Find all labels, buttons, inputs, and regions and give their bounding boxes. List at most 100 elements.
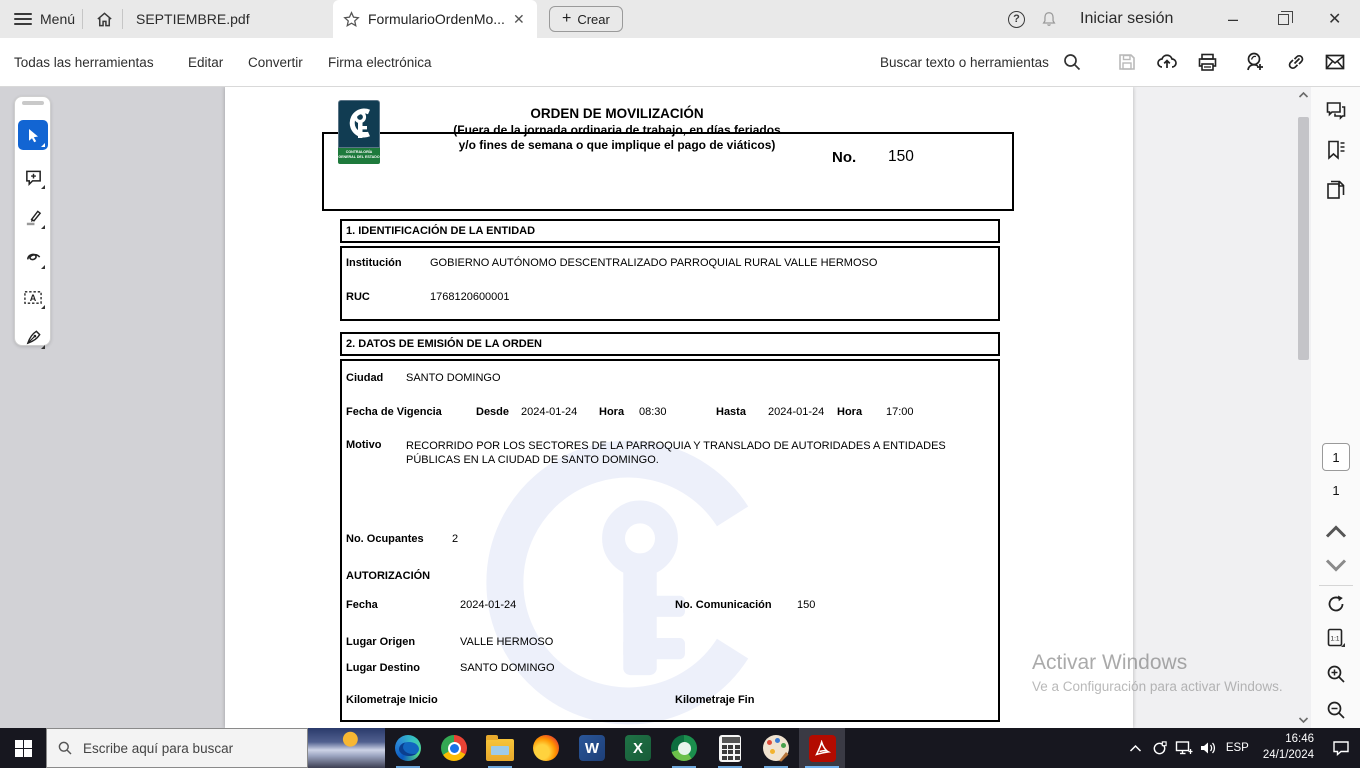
desde-value[interactable]: 2024-01-24	[521, 406, 577, 418]
menu-todas-las-herramientas[interactable]: Todas las herramientas	[14, 38, 154, 86]
taskbar-weather-widget[interactable]	[308, 728, 385, 768]
action-center-button[interactable]	[1322, 728, 1360, 768]
draw-tool-button[interactable]	[18, 242, 48, 272]
request-signatures-button[interactable]	[1243, 50, 1267, 74]
form-no-value[interactable]: 150	[888, 148, 914, 166]
taskbar-word[interactable]: W	[569, 728, 615, 768]
hora1-value[interactable]: 08:30	[639, 406, 667, 418]
bookmark-icon	[1325, 139, 1347, 161]
section2-heading-box: 2. DATOS DE EMISIÓN DE LA ORDEN	[340, 332, 1000, 356]
hora2-value[interactable]: 17:00	[886, 406, 914, 418]
notifications-button[interactable]	[1040, 0, 1058, 38]
taskbar-excel[interactable]: X	[615, 728, 661, 768]
menu-convertir[interactable]: Convertir	[248, 38, 303, 86]
menu-button[interactable]: Menú	[14, 0, 75, 38]
comment-tool-button[interactable]	[18, 162, 48, 192]
bookmarks-panel-button[interactable]	[1324, 138, 1348, 162]
zoom-out-button[interactable]	[1324, 698, 1348, 722]
select-tool-button[interactable]	[18, 120, 48, 150]
pages-panel-button[interactable]	[1324, 178, 1348, 202]
ocupantes-value[interactable]: 2	[452, 533, 458, 545]
pdf-page[interactable]: CONTRALORÍA GENERAL DEL ESTADO ORDEN DE …	[225, 87, 1133, 728]
scroll-down-icon[interactable]	[1298, 716, 1309, 724]
page-thumbnails-icon	[1325, 179, 1347, 201]
motivo-value[interactable]: RECORRIDO POR LOS SECTORES DE LA PARROQU…	[406, 439, 951, 468]
restore-icon	[1278, 14, 1289, 25]
close-window-button[interactable]: ✕	[1328, 0, 1341, 38]
page-number-input[interactable]: 1	[1322, 443, 1350, 471]
tray-show-hidden-button[interactable]	[1124, 728, 1148, 768]
taskbar-chrome[interactable]	[431, 728, 477, 768]
menu-firma-electronica[interactable]: Firma electrónica	[328, 38, 432, 86]
taskbar-calculator[interactable]	[707, 728, 753, 768]
taskbar-file-explorer[interactable]	[477, 728, 523, 768]
add-text-tool-button[interactable]: A	[18, 282, 48, 312]
crear-button[interactable]: + Crear	[549, 6, 623, 32]
home-button[interactable]	[95, 0, 114, 38]
rotate-page-button[interactable]	[1324, 592, 1348, 616]
tab-formulario-active[interactable]: FormularioOrdenMo... ✕	[333, 0, 537, 38]
tab-close-icon[interactable]: ✕	[513, 11, 525, 28]
scroll-up-icon[interactable]	[1298, 91, 1309, 99]
email-button[interactable]	[1323, 50, 1347, 74]
search-icon	[57, 740, 73, 756]
tab-septiembre[interactable]: SEPTIEMBRE.pdf	[136, 0, 250, 38]
origen-value[interactable]: VALLE HERMOSO	[460, 636, 553, 648]
cloud-upload-icon	[1156, 51, 1178, 73]
tray-network-button[interactable]	[1172, 728, 1196, 768]
help-button[interactable]: ?	[1008, 0, 1025, 38]
zoom-in-button[interactable]	[1324, 662, 1348, 686]
taskbar-firefox[interactable]	[523, 728, 569, 768]
scrollbar-thumb[interactable]	[1298, 117, 1309, 360]
fecha-value[interactable]: 2024-01-24	[460, 599, 516, 611]
hamburger-icon	[14, 13, 32, 25]
zoom-options-button[interactable]: 1:1	[1324, 626, 1348, 650]
menu-editar[interactable]: Editar	[188, 38, 223, 86]
comunicacion-value[interactable]: 150	[797, 599, 815, 611]
system-tray: ESP 16:46 24/1/2024	[1124, 728, 1360, 768]
minimize-button[interactable]: –	[1228, 0, 1238, 38]
motivo-label: Motivo	[346, 439, 381, 451]
right-panel-background	[1133, 87, 1311, 728]
taskbar-search-input[interactable]: Escribe aquí para buscar	[46, 728, 308, 768]
restore-button[interactable]	[1278, 0, 1289, 38]
next-page-button[interactable]	[1324, 553, 1348, 577]
chevron-up-icon	[1129, 744, 1142, 753]
search-tools-button[interactable]: Buscar texto o herramientas	[880, 38, 1049, 86]
windows-taskbar: Escribe aquí para buscar W X	[0, 728, 1360, 768]
hasta-value[interactable]: 2024-01-24	[768, 406, 824, 418]
tray-volume-button[interactable]	[1196, 728, 1220, 768]
search-icon[interactable]	[1060, 50, 1084, 74]
institucion-value[interactable]: GOBIERNO AUTÓNOMO DESCENTRALIZADO PARROQ…	[430, 257, 877, 269]
vertical-scrollbar[interactable]	[1296, 87, 1311, 728]
print-button[interactable]	[1195, 50, 1219, 74]
comments-panel-button[interactable]	[1324, 98, 1348, 122]
tray-clock-button[interactable]: 16:46 24/1/2024	[1255, 732, 1322, 763]
tray-language-button[interactable]: ESP	[1220, 742, 1255, 754]
destino-value[interactable]: SANTO DOMINGO	[460, 662, 555, 674]
taskbar-paint[interactable]	[753, 728, 799, 768]
ruc-value[interactable]: 1768120600001	[430, 291, 510, 303]
palette-drag-handle[interactable]	[22, 101, 44, 105]
upload-cloud-button[interactable]	[1155, 50, 1179, 74]
taskbar-acrobat[interactable]	[799, 728, 845, 768]
speaker-icon	[1199, 740, 1217, 756]
share-link-button[interactable]	[1284, 50, 1308, 74]
start-button[interactable]	[0, 728, 46, 768]
quick-tools-palette: A	[14, 96, 51, 346]
select-arrow-icon	[25, 127, 41, 143]
comments-icon	[1325, 99, 1347, 121]
tray-app-button[interactable]	[1148, 728, 1172, 768]
ciudad-value[interactable]: SANTO DOMINGO	[406, 372, 501, 384]
taskbar-app-green[interactable]	[661, 728, 707, 768]
taskbar-edge[interactable]	[385, 728, 431, 768]
star-icon[interactable]	[343, 11, 360, 28]
earth-app-icon	[671, 735, 697, 761]
sign-tool-button[interactable]	[18, 322, 48, 352]
right-tool-rail: 1 1 1:1	[1311, 87, 1360, 728]
form-title: ORDEN DE MOVILIZACIÓN	[367, 106, 867, 121]
highlight-tool-button[interactable]	[18, 202, 48, 232]
ruc-label: RUC	[346, 291, 370, 303]
sign-in-button[interactable]: Iniciar sesión	[1080, 0, 1173, 38]
previous-page-button[interactable]	[1324, 520, 1348, 544]
